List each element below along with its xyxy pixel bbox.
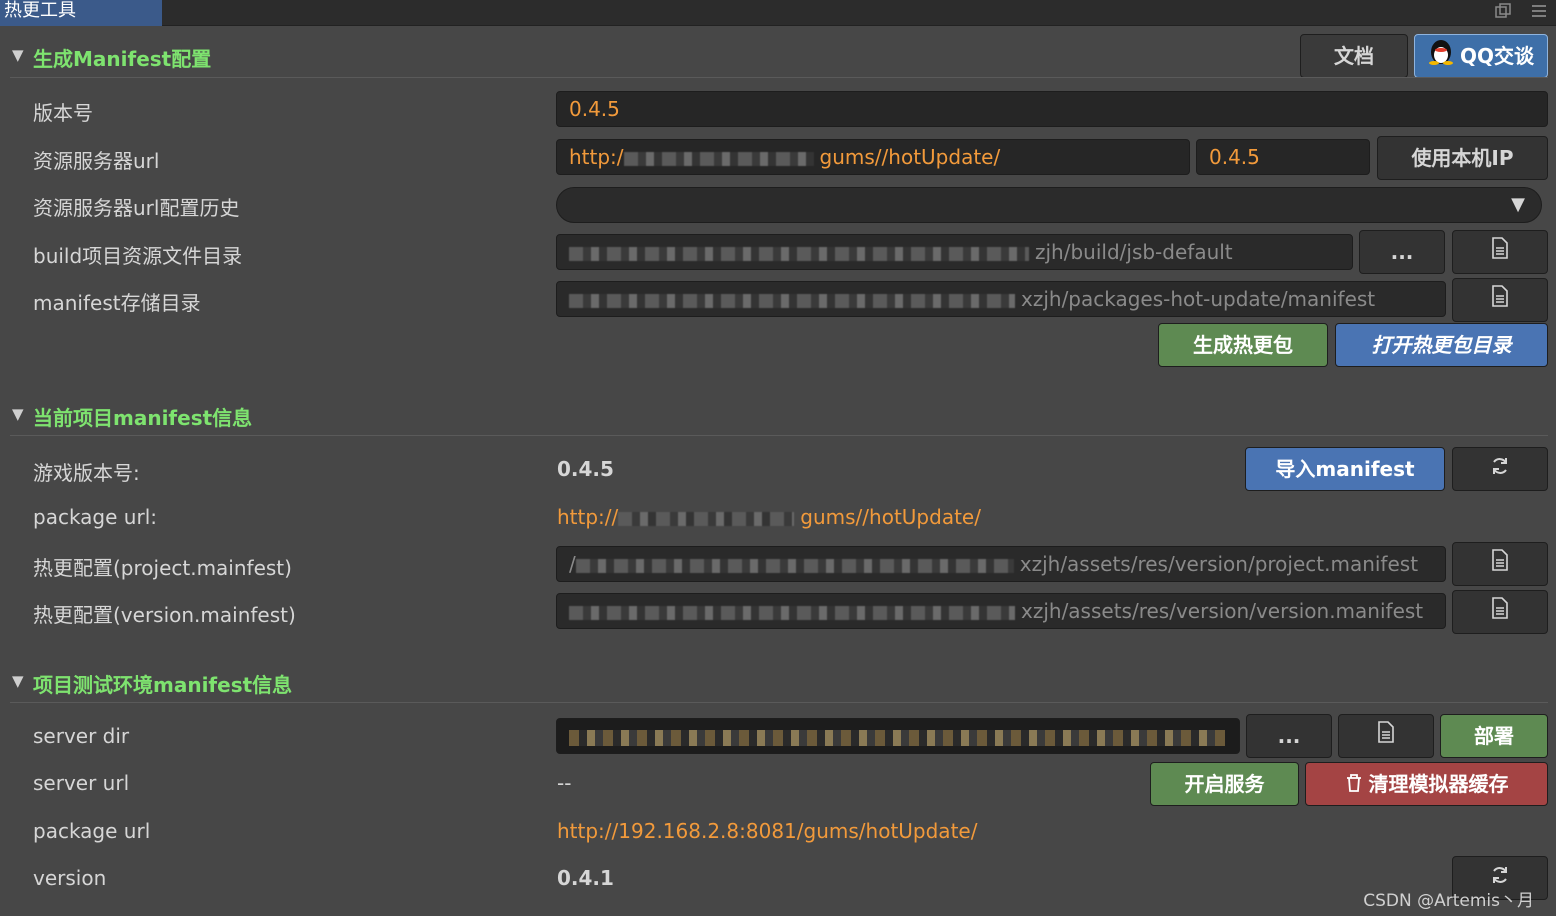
trash-icon xyxy=(1345,765,1363,807)
section-title-generate-manifest: 生成Manifest配置 xyxy=(33,47,212,71)
clear-cache-label: 清理模拟器缓存 xyxy=(1368,772,1509,796)
collapse-triangle-icon[interactable]: ▼ xyxy=(12,672,24,690)
build-dir-browse-button[interactable]: ... xyxy=(1359,230,1445,274)
qq-chat-label: QQ交谈 xyxy=(1459,44,1534,68)
package-url-value[interactable]: http:// gums//hotUpdate/ xyxy=(557,505,981,529)
version-manifest-input[interactable]: xzjh/assets/res/version/version.manifest xyxy=(556,593,1446,629)
manifest-dir-label: manifest存储目录 xyxy=(33,291,201,315)
server-dir-file-button[interactable] xyxy=(1338,714,1434,758)
section-title-current-manifest: 当前项目manifest信息 xyxy=(33,406,253,430)
version-manifest-label: 热更配置(version.mainfest) xyxy=(33,603,296,627)
url-history-select[interactable]: ▼ xyxy=(556,187,1542,223)
package-url-label: package url: xyxy=(33,505,157,529)
version-manifest-file-button[interactable] xyxy=(1452,590,1548,634)
use-local-ip-button[interactable]: 使用本机IP xyxy=(1377,136,1548,180)
server-url-input[interactable]: http:/ gums//hotUpdate/ xyxy=(556,139,1190,175)
build-dir-label: build项目资源文件目录 xyxy=(33,244,243,268)
section-divider xyxy=(10,77,1548,78)
file-icon xyxy=(1376,721,1396,748)
test-package-url-label: package url xyxy=(33,819,151,843)
collapse-triangle-icon[interactable]: ▼ xyxy=(12,405,24,423)
server-url-version-input[interactable]: 0.4.5 xyxy=(1196,139,1370,175)
test-version-value: 0.4.1 xyxy=(557,866,614,890)
test-version-label: version xyxy=(33,866,107,890)
restore-window-icon[interactable] xyxy=(1494,2,1512,24)
open-hot-update-dir-button[interactable]: 打开热更包目录 xyxy=(1335,323,1548,367)
package-url-suffix: gums//hotUpdate/ xyxy=(800,505,981,529)
build-dir-file-button[interactable] xyxy=(1452,230,1548,274)
doc-button[interactable]: 文档 xyxy=(1300,34,1408,78)
test-package-url-value[interactable]: http://192.168.2.8:8081/gums/hotUpdate/ xyxy=(557,819,977,843)
section-divider xyxy=(10,435,1548,436)
project-manifest-label: 热更配置(project.mainfest) xyxy=(33,556,292,580)
import-manifest-button[interactable]: 导入manifest xyxy=(1245,447,1445,491)
project-manifest-suffix: xzjh/assets/res/version/project.manifest xyxy=(1019,552,1419,576)
version-label: 版本号 xyxy=(33,101,93,125)
deploy-button[interactable]: 部署 xyxy=(1440,714,1548,758)
start-service-button[interactable]: 开启服务 xyxy=(1150,762,1299,806)
server-url-suffix: gums//hotUpdate/ xyxy=(819,145,1001,169)
server-dir-input[interactable] xyxy=(556,718,1240,754)
version-manifest-suffix: xzjh/assets/res/version/version.manifest xyxy=(1021,599,1424,623)
server-url-value: -- xyxy=(557,771,572,795)
game-version-label: 游戏版本号: xyxy=(33,461,140,485)
tab-hot-update-tool[interactable]: 热更工具 xyxy=(0,0,162,26)
refresh-icon xyxy=(1490,457,1510,481)
server-url-prefix: http:/ xyxy=(569,145,624,169)
project-manifest-file-button[interactable] xyxy=(1452,542,1548,586)
manifest-dir-suffix: xzjh/packages-hot-update/manifest xyxy=(1021,287,1376,311)
build-dir-input[interactable]: zjh/build/jsb-default xyxy=(556,234,1353,270)
file-icon xyxy=(1490,285,1510,312)
project-manifest-prefix: / xyxy=(569,552,576,576)
generate-hot-update-button[interactable]: 生成热更包 xyxy=(1158,323,1328,367)
server-url-label: server url xyxy=(33,771,130,795)
clear-simulator-cache-button[interactable]: 清理模拟器缓存 xyxy=(1305,762,1548,806)
section-title-test-env-manifest: 项目测试环境manifest信息 xyxy=(33,673,293,697)
file-icon xyxy=(1490,549,1510,576)
build-dir-suffix: zjh/build/jsb-default xyxy=(1035,240,1233,264)
project-manifest-input[interactable]: / xzjh/assets/res/version/project.manifes… xyxy=(556,546,1446,582)
manifest-dir-file-button[interactable] xyxy=(1452,278,1548,322)
qq-chat-button[interactable]: QQ交谈 xyxy=(1414,34,1548,78)
hamburger-menu-icon[interactable] xyxy=(1530,2,1548,24)
tab-bar: 热更工具 xyxy=(0,0,1556,26)
manifest-dir-input[interactable]: xzjh/packages-hot-update/manifest xyxy=(556,281,1446,317)
server-dir-browse-button[interactable]: ... xyxy=(1246,714,1332,758)
file-icon xyxy=(1490,237,1510,264)
package-url-prefix: http:// xyxy=(557,505,619,529)
url-history-label: 资源服务器url配置历史 xyxy=(33,196,240,220)
server-url-label: 资源服务器url xyxy=(33,149,160,173)
section-divider xyxy=(10,702,1548,703)
refresh-manifest-button[interactable] xyxy=(1452,447,1548,491)
qq-penguin-icon xyxy=(1428,37,1454,79)
chevron-down-icon: ▼ xyxy=(1511,194,1525,215)
server-dir-label: server dir xyxy=(33,724,130,748)
game-version-value: 0.4.5 xyxy=(557,457,614,481)
collapse-triangle-icon[interactable]: ▼ xyxy=(12,46,24,64)
csdn-watermark: CSDN @Artemis丶月 xyxy=(1363,891,1534,911)
file-icon xyxy=(1490,597,1510,624)
version-input[interactable]: 0.4.5 xyxy=(556,91,1548,127)
